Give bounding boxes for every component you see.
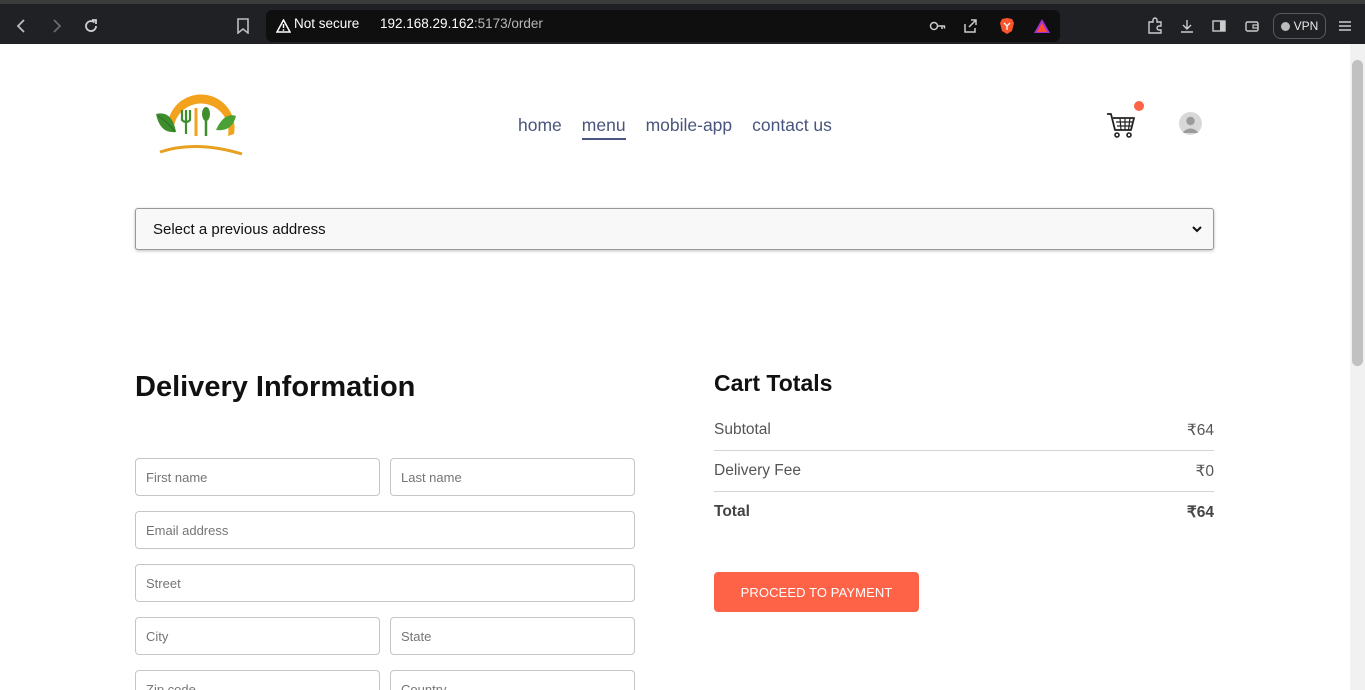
country-placeholder: Country	[401, 681, 447, 690]
divider	[714, 491, 1214, 492]
wallet-icon[interactable]	[1240, 14, 1264, 38]
delivery-fee-value: ₹0	[1195, 463, 1214, 480]
first-name-placeholder: First name	[146, 469, 208, 485]
cart-icon[interactable]	[1105, 108, 1137, 140]
scrollbar-thumb[interactable]	[1352, 60, 1363, 366]
street-placeholder: Street	[146, 575, 181, 591]
address-bar[interactable]: Not secure 192.168.29.162:5173/order	[266, 10, 1060, 42]
extensions-icon[interactable]	[1143, 14, 1167, 38]
nav-link-menu[interactable]: menu	[581, 115, 626, 140]
brave-rewards-icon[interactable]	[1032, 16, 1052, 36]
first-name-field[interactable]: First name	[135, 458, 380, 496]
brave-shield-icon[interactable]	[997, 16, 1017, 36]
country-field[interactable]: Country	[390, 670, 635, 690]
url-host: 192.168.29.162	[380, 16, 474, 31]
reload-icon[interactable]	[79, 14, 103, 38]
proceed-to-payment-button[interactable]: PROCEED TO PAYMENT	[714, 572, 919, 612]
divider	[714, 450, 1214, 451]
nav-link-home[interactable]: home	[518, 115, 562, 140]
subtotal-row: Subtotal ₹64	[714, 421, 1214, 440]
nav-link-contact-us[interactable]: contact us	[752, 115, 832, 140]
security-label: Not secure	[294, 16, 360, 31]
delivery-fee-label: Delivery Fee	[714, 462, 801, 479]
main-nav: home menu mobile-app contact us	[518, 115, 832, 140]
subtotal-value: ₹64	[1186, 422, 1214, 439]
previous-address-select[interactable]: Select a previous address	[135, 208, 1214, 250]
city-placeholder: City	[146, 628, 169, 644]
download-icon[interactable]	[1175, 14, 1199, 38]
total-label: Total	[714, 503, 750, 520]
email-field[interactable]: Email address	[135, 511, 635, 549]
delivery-title: Delivery Information	[135, 371, 416, 403]
browser-toolbar: Not secure 192.168.29.162:5173/order VPN	[0, 0, 1365, 44]
back-icon[interactable]	[10, 14, 34, 38]
last-name-placeholder: Last name	[401, 469, 462, 485]
zip-code-placeholder: Zip code	[146, 681, 196, 690]
key-icon[interactable]	[928, 16, 948, 36]
url-text: 192.168.29.162:5173/order	[380, 16, 543, 31]
email-placeholder: Email address	[146, 522, 229, 538]
sidebar-icon[interactable]	[1207, 14, 1231, 38]
page-scrollbar[interactable]	[1350, 44, 1365, 690]
vpn-label: VPN	[1293, 19, 1319, 33]
state-placeholder: State	[401, 628, 432, 644]
zip-code-field[interactable]: Zip code	[135, 670, 380, 690]
warning-icon	[275, 18, 292, 37]
last-name-field[interactable]: Last name	[390, 458, 635, 496]
forward-icon[interactable]	[44, 14, 68, 38]
subtotal-label: Subtotal	[714, 421, 771, 438]
total-value: ₹64	[1186, 504, 1214, 521]
total-row: Total ₹64	[714, 503, 1214, 522]
chevron-down-icon	[1191, 222, 1203, 239]
vpn-status-icon	[1280, 21, 1290, 31]
bookmark-icon[interactable]	[231, 14, 255, 38]
menu-icon[interactable]	[1333, 14, 1357, 38]
profile-avatar-icon[interactable]	[1179, 112, 1202, 135]
cart-badge	[1134, 101, 1144, 111]
vpn-button[interactable]: VPN	[1273, 13, 1326, 39]
page-content: home menu mobile-app contact us Select a…	[0, 44, 1350, 690]
street-field[interactable]: Street	[135, 564, 635, 602]
cart-totals-title: Cart Totals	[714, 370, 833, 396]
delivery-fee-row: Delivery Fee ₹0	[714, 462, 1214, 481]
previous-address-value: Select a previous address	[153, 220, 326, 238]
nav-link-mobile-app[interactable]: mobile-app	[646, 115, 733, 140]
state-field[interactable]: State	[390, 617, 635, 655]
share-icon[interactable]	[960, 16, 980, 36]
logo[interactable]	[148, 92, 244, 158]
city-field[interactable]: City	[135, 617, 380, 655]
url-path: :5173/order	[473, 16, 543, 31]
